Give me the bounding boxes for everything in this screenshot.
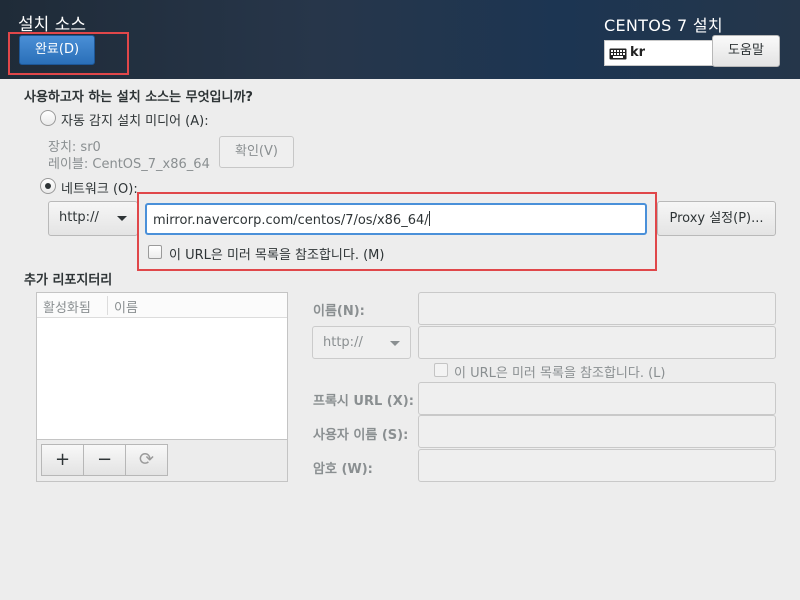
media-label-info: 레이블: CentOS_7_x86_64: [48, 157, 210, 172]
column-name[interactable]: 이름: [114, 297, 138, 316]
auto-detect-label: 자동 감지 설치 미디어 (A):: [61, 114, 209, 129]
auto-detect-radio[interactable]: [40, 110, 56, 126]
verify-button[interactable]: 확인(V): [219, 136, 294, 168]
product-title: CENTOS 7 설치: [604, 16, 723, 35]
refresh-repo-button[interactable]: ⟳: [125, 444, 168, 476]
chevron-down-icon: [390, 341, 400, 346]
help-button[interactable]: 도움말: [712, 35, 780, 67]
repo-name-input[interactable]: [418, 292, 776, 325]
header-bar: 설치 소스 완료(D) CENTOS 7 설치 kr 도움말: [0, 0, 800, 79]
password-label: 암호 (W):: [313, 462, 373, 477]
column-divider: [107, 296, 108, 315]
keyboard-icon: [609, 48, 627, 60]
repo-toolbar: + − ⟳: [37, 439, 287, 481]
username-input[interactable]: [418, 415, 776, 448]
refresh-icon: ⟳: [138, 449, 155, 470]
keyboard-layout-indicator[interactable]: kr: [604, 40, 714, 66]
repo-list[interactable]: 활성화됨 이름 + − ⟳: [36, 292, 288, 482]
proxy-settings-button[interactable]: Proxy 설정(P)...: [657, 201, 776, 236]
chevron-down-icon: [117, 216, 127, 221]
column-enabled[interactable]: 활성화됨: [43, 297, 91, 316]
repo-protocol-dropdown[interactable]: http://: [312, 326, 411, 359]
network-label: 네트워크 (O):: [61, 182, 138, 197]
highlight-url-box: [137, 192, 657, 271]
repo-mirror-label: 이 URL은 미러 목록을 참조합니다. (L): [454, 366, 666, 381]
repo-name-label: 이름(N):: [313, 304, 365, 319]
username-label: 사용자 이름 (S):: [313, 428, 409, 443]
repo-url-input[interactable]: [418, 326, 776, 359]
protocol-value: http://: [59, 210, 99, 225]
highlight-done-box: [8, 32, 129, 75]
source-question: 사용하고자 하는 설치 소스는 무엇입니까?: [24, 90, 253, 105]
password-input[interactable]: [418, 449, 776, 482]
keyboard-layout-text: kr: [630, 45, 646, 60]
additional-repos-title: 추가 리포지터리: [24, 273, 113, 288]
add-repo-button[interactable]: +: [41, 444, 84, 476]
repo-mirror-checkbox[interactable]: [434, 363, 448, 377]
remove-repo-button[interactable]: −: [83, 444, 126, 476]
repo-list-header: 활성화됨 이름: [37, 293, 287, 318]
proxy-url-label: 프록시 URL (X):: [313, 394, 414, 409]
protocol-dropdown[interactable]: http://: [48, 201, 138, 236]
network-radio[interactable]: [40, 178, 56, 194]
repo-protocol-value: http://: [323, 335, 363, 350]
proxy-url-input[interactable]: [418, 382, 776, 415]
